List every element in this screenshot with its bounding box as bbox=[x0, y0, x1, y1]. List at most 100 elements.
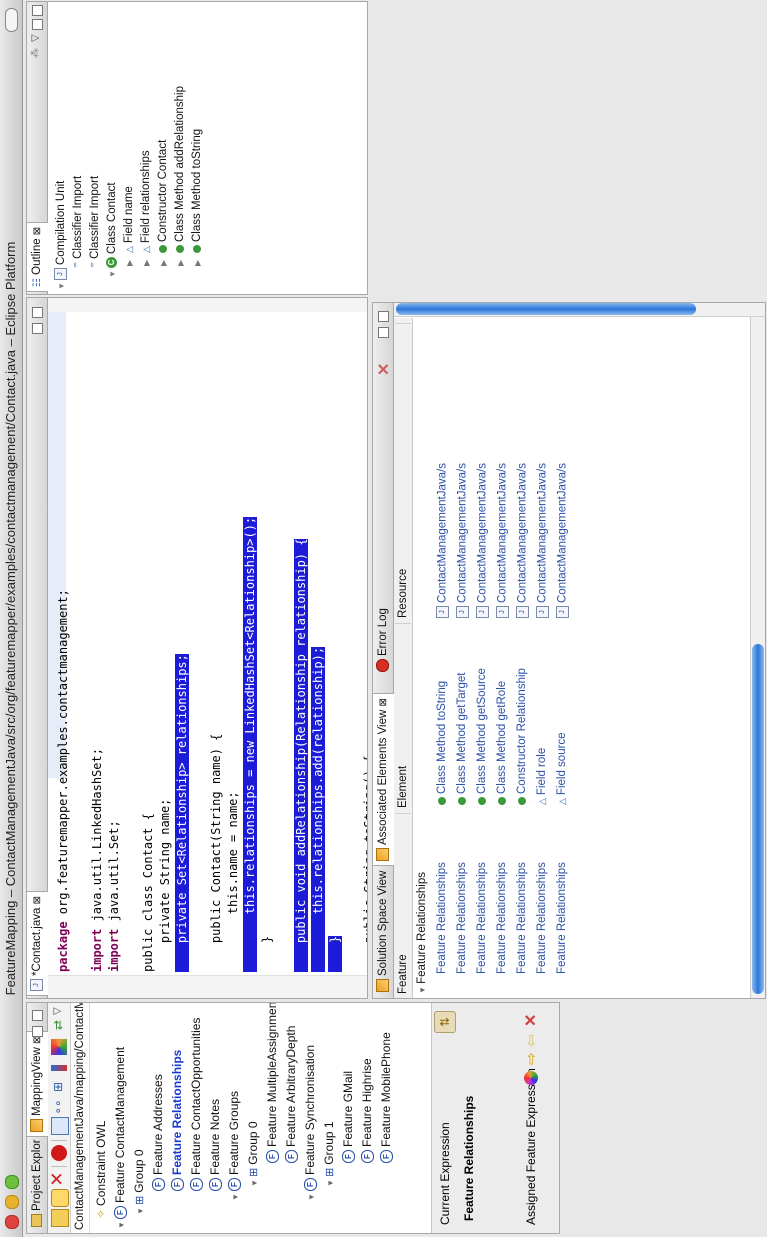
expand-arrow-icon[interactable]: ▶ bbox=[172, 256, 189, 266]
expand-arrow-icon[interactable]: ▼ bbox=[227, 1191, 244, 1201]
expand-arrow-icon[interactable]: ▼ bbox=[113, 1219, 130, 1229]
color-wheel-icon[interactable] bbox=[524, 1071, 538, 1085]
tree-item[interactable]: ▼F Feature Synchronisation bbox=[302, 1045, 319, 1201]
remove-expression-icon[interactable]: ✕ bbox=[521, 1014, 541, 1027]
vertical-scroll-thumb[interactable] bbox=[396, 303, 696, 315]
toolbar-toggle-icon[interactable] bbox=[5, 8, 18, 32]
outline-item[interactable]: ▶ Class Method toString bbox=[189, 129, 206, 266]
editor-overview-ruler[interactable] bbox=[48, 298, 367, 312]
table-view-icon[interactable] bbox=[51, 1117, 69, 1135]
table-row[interactable]: Feature Relationships Class Method getSou… bbox=[474, 318, 494, 998]
tree-item[interactable]: F Feature Relationships bbox=[169, 1050, 186, 1201]
feature-cell: Feature Relationships bbox=[436, 862, 448, 974]
tree-item[interactable]: F Feature Addresses bbox=[150, 1074, 167, 1201]
column-header[interactable]: Feature bbox=[395, 813, 411, 994]
resource-cell: J ContactManagementJava/s bbox=[556, 463, 569, 618]
expand-arrow-icon[interactable]: ▶ bbox=[121, 256, 138, 266]
tree-item[interactable]: ▼⊞ Group 0 bbox=[245, 1121, 262, 1187]
color-bar-icon[interactable] bbox=[51, 1065, 67, 1071]
maximize-view-icon[interactable] bbox=[32, 1010, 43, 1021]
expand-arrow-icon[interactable]: ▼ bbox=[104, 268, 121, 278]
column-header[interactable]: Element bbox=[395, 623, 411, 808]
outline-item[interactable]: ▼C Class Contact bbox=[104, 182, 121, 278]
outline-filter-icon[interactable]: ⁂ bbox=[30, 48, 41, 58]
group-icon[interactable]: ∘∘ bbox=[51, 1099, 67, 1115]
maximize-outline-icon[interactable] bbox=[32, 5, 43, 16]
sync-icon[interactable]: ⇄ bbox=[51, 1017, 67, 1033]
minimize-view-icon[interactable] bbox=[32, 1026, 43, 1037]
tab-error-log[interactable]: Error Log bbox=[373, 604, 393, 676]
tab-solution-space-view[interactable]: Solution Space View bbox=[373, 867, 393, 996]
expand-arrow-icon[interactable]: ▼ bbox=[132, 1205, 149, 1215]
minimize-editor-icon[interactable] bbox=[32, 323, 43, 334]
table-row[interactable]: Feature Relationships △ Field role J Contact… bbox=[534, 318, 554, 998]
outline-item[interactable]: ▶ △ Field relationships bbox=[138, 150, 155, 266]
tab-outline[interactable]: ☷ Outline ⊠ bbox=[27, 221, 48, 292]
tree-item[interactable]: F Feature Highrise bbox=[359, 1058, 376, 1173]
table-row[interactable]: Feature Relationships Class Method getTar… bbox=[454, 318, 474, 998]
tree-item[interactable]: ▼F Feature Groups bbox=[226, 1091, 243, 1201]
tree-item[interactable]: F Feature MobilePhone bbox=[378, 1032, 395, 1173]
outline-item[interactable]: ▶ Constructor Contact bbox=[155, 140, 172, 266]
tree-item[interactable]: ✧ Constraint OWL bbox=[93, 1121, 110, 1229]
delete-icon[interactable]: ✕ bbox=[47, 1171, 68, 1187]
tree-item[interactable]: F Feature Notes bbox=[207, 1099, 224, 1201]
remove-association-icon[interactable]: ✕ bbox=[374, 363, 394, 376]
tree-item[interactable]: ▼⊞ Group 1 bbox=[321, 1121, 338, 1187]
maximize-editor-icon[interactable] bbox=[32, 307, 43, 318]
minimize-bottom-icon[interactable] bbox=[378, 327, 389, 338]
tree-item[interactable]: F Feature ArbitraryDepth bbox=[283, 1026, 300, 1173]
tab-associated-elements-view[interactable]: Associated Elements View ⊠ bbox=[373, 693, 394, 866]
new-mapping-icon[interactable] bbox=[51, 1209, 69, 1227]
code-area[interactable]: package org.featuremapper.examples.conta… bbox=[55, 516, 368, 972]
outline-menu-icon[interactable]: ▽ bbox=[30, 34, 41, 42]
apply-expression-button[interactable]: ⇅ bbox=[434, 1011, 456, 1033]
view-menu-icon[interactable]: ▽ bbox=[52, 1002, 68, 1015]
tree-item[interactable]: ▼F Feature ContactManagement bbox=[112, 1047, 129, 1229]
table-row[interactable]: Feature Relationships △ Field source J Conta… bbox=[554, 318, 574, 998]
minimize-outline-icon[interactable] bbox=[32, 19, 43, 30]
outline-item[interactable]: ⁼ Classifier Import bbox=[70, 176, 87, 278]
horizontal-scrollbar[interactable] bbox=[750, 317, 765, 998]
outline-item[interactable]: ▶ Class Method addRelationship bbox=[172, 86, 189, 266]
feature-cell: Feature Relationships bbox=[496, 862, 508, 974]
tab-contact-java[interactable]: J *Contact.java ⊠ bbox=[27, 891, 48, 996]
record-icon[interactable] bbox=[51, 1145, 67, 1161]
expand-arrow-icon[interactable]: ▶ bbox=[138, 256, 155, 266]
maximize-bottom-icon[interactable] bbox=[378, 311, 389, 322]
vertical-scrollbar[interactable] bbox=[394, 302, 765, 317]
tree-icon[interactable]: ⊞ bbox=[51, 1079, 67, 1095]
tree-item[interactable]: F Feature GMail bbox=[340, 1071, 357, 1173]
expand-arrow-icon[interactable]: ▼ bbox=[246, 1177, 263, 1187]
table-row[interactable]: Feature Relationships Class Method getRol… bbox=[494, 318, 514, 998]
open-mapping-icon[interactable] bbox=[51, 1189, 69, 1207]
table-row[interactable]: Feature Relationships Class Method toStri… bbox=[434, 318, 454, 998]
close-tab-icon[interactable]: ⊠ bbox=[32, 227, 43, 235]
horizontal-scroll-thumb[interactable] bbox=[752, 644, 764, 994]
table-group-row[interactable]: ▼ Feature Relationships bbox=[414, 872, 431, 994]
tree-item[interactable]: ▼⊞ Group 0 bbox=[131, 1149, 148, 1215]
table-row[interactable]: Feature Relationships Constructor Relatio… bbox=[514, 318, 534, 998]
arrow-left-icon[interactable]: ⇦ bbox=[522, 1034, 540, 1047]
close-tab-icon[interactable]: ⊠ bbox=[32, 896, 43, 904]
expand-arrow-icon[interactable]: ▼ bbox=[53, 280, 70, 290]
tree-item[interactable]: F Feature MultipleAssignment bbox=[264, 1002, 281, 1173]
expand-arrow-icon[interactable]: ▼ bbox=[322, 1177, 339, 1187]
tab-mapping-view[interactable]: MappingView ⊠ bbox=[27, 1030, 48, 1137]
close-tab-icon[interactable]: ⊠ bbox=[378, 698, 389, 706]
outline-tabbar: ☷ Outline ⊠ ⁂ ▽ bbox=[27, 2, 48, 294]
color-picker-icon[interactable] bbox=[51, 1039, 67, 1055]
expand-arrow-icon[interactable]: ▼ bbox=[303, 1191, 320, 1201]
expand-arrow-icon[interactable]: ▶ bbox=[155, 256, 172, 266]
column-header[interactable]: Resource bbox=[395, 323, 411, 618]
code-line: this.relationships = new LinkedHashSet<R… bbox=[242, 516, 259, 972]
expand-arrow-icon[interactable]: ▶ bbox=[189, 256, 206, 266]
outline-item[interactable]: ▼J Compilation Unit bbox=[53, 181, 70, 290]
tab-project-explorer[interactable]: Project Explor bbox=[27, 1135, 47, 1231]
arrow-right-icon[interactable]: ⇨ bbox=[522, 1052, 540, 1065]
expand-arrow-icon[interactable]: ▼ bbox=[418, 984, 427, 994]
tree-item[interactable]: F Feature ContactOpportunities bbox=[188, 1018, 205, 1201]
tree-item-label: Feature MobilePhone bbox=[379, 1032, 393, 1147]
outline-item[interactable]: ▶ △ Field name bbox=[121, 186, 138, 266]
outline-item[interactable]: ⁼ Classifier Import bbox=[87, 176, 104, 278]
